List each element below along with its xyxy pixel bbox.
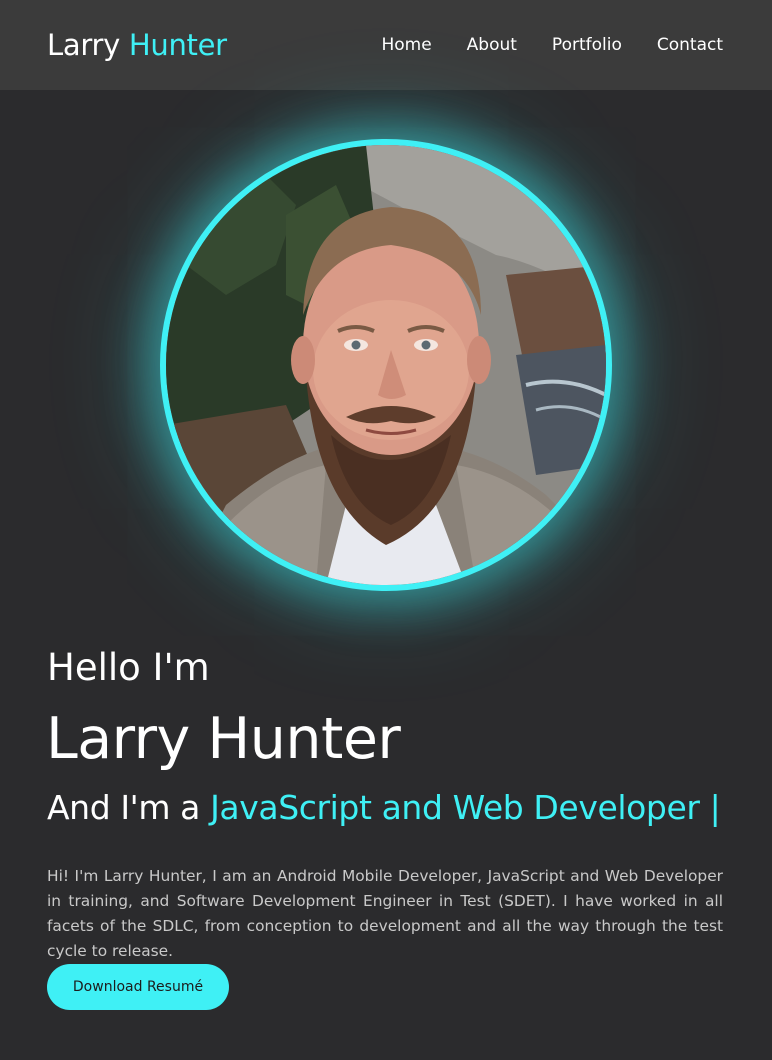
logo-last-name: Hunter xyxy=(128,28,227,62)
site-logo[interactable]: Larry Hunter xyxy=(47,26,227,64)
nav-home-link[interactable]: Home xyxy=(381,33,431,57)
hero-intro: Hi! I'm Larry Hunter, I am an Android Mo… xyxy=(47,867,723,961)
logo-first-name: Larry xyxy=(47,28,120,62)
site-header: Larry Hunter Home About Portfolio Contac… xyxy=(0,0,772,90)
portrait-photo-icon xyxy=(166,145,606,585)
nav-contact-link[interactable]: Contact xyxy=(657,33,723,57)
hero-greeting: Hello I'm xyxy=(47,646,210,689)
profile-avatar xyxy=(160,139,612,591)
main-nav: Home About Portfolio Contact xyxy=(381,33,723,57)
nav-portfolio-link[interactable]: Portfolio xyxy=(552,33,622,57)
nav-about-link[interactable]: About xyxy=(467,33,517,57)
hero-name: Larry Hunter xyxy=(46,706,401,772)
role-typed-text: JavaScript and Web Developer | xyxy=(210,788,721,827)
role-prefix: And I'm a xyxy=(47,788,200,827)
download-resume-button[interactable]: Download Resumé xyxy=(47,964,229,1010)
hero-role: And I'm a JavaScript and Web Developer | xyxy=(47,786,721,830)
